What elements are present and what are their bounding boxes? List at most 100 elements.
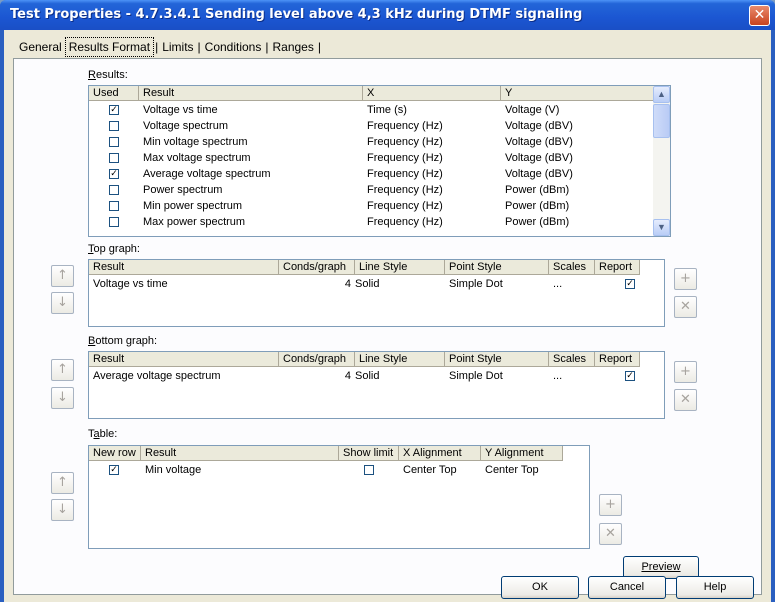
col-header-x-alignment[interactable]: X Alignment <box>399 446 481 461</box>
report-checkbox[interactable]: ✓ <box>625 371 635 381</box>
col-header-point-style[interactable]: Point Style <box>445 352 549 367</box>
show-limit-checkbox[interactable] <box>364 465 374 475</box>
top-graph-remove-icon[interactable]: ✕ <box>674 296 697 318</box>
list-item[interactable]: Voltage spectrum Frequency (Hz) Voltage (d… <box>89 118 670 134</box>
list-item[interactable]: Max voltage spectrum Frequency (Hz) Voltag… <box>89 150 670 166</box>
table-row[interactable]: ✓ Min voltage Center Top Center Top <box>89 462 589 478</box>
y-axis-unit: Power (dBm) <box>505 216 570 228</box>
col-header-report[interactable]: Report <box>595 352 640 367</box>
graph-conds[interactable]: 4 <box>279 276 351 292</box>
y-axis-unit: Voltage (dBV) <box>505 152 573 164</box>
col-header-point-style[interactable]: Point Style <box>445 260 549 275</box>
x-axis-unit: Frequency (Hz) <box>367 120 443 132</box>
used-checkbox[interactable] <box>109 217 119 227</box>
results-label: Results: <box>88 69 128 81</box>
scroll-thumb[interactable] <box>653 104 670 138</box>
results-scrollbar[interactable]: ▲ ▼ <box>653 86 670 236</box>
col-header-result[interactable]: Result <box>139 86 363 101</box>
top-graph-list[interactable]: Result Conds/graph Line Style Point Styl… <box>88 259 665 327</box>
result-name: Max voltage spectrum <box>143 152 251 164</box>
tab-conditions[interactable]: Conditions <box>202 38 265 56</box>
top-graph-move-up-icon[interactable]: ↑ <box>51 265 74 287</box>
col-header-line-style[interactable]: Line Style <box>355 352 445 367</box>
tab-limits[interactable]: Limits <box>159 38 196 56</box>
used-checkbox[interactable] <box>109 153 119 163</box>
used-checkbox[interactable] <box>109 137 119 147</box>
new-row-checkbox[interactable]: ✓ <box>109 465 119 475</box>
scroll-down-icon[interactable]: ▼ <box>653 219 670 236</box>
table-move-down-icon[interactable]: ↓ <box>51 499 74 521</box>
table-row[interactable]: Voltage vs time 4 Solid Simple Dot ... ✓ <box>89 276 664 292</box>
bottom-graph-remove-icon[interactable]: ✕ <box>674 389 697 411</box>
help-button[interactable]: Help <box>676 576 754 599</box>
table-label: Table: <box>88 428 118 440</box>
col-header-show-limit[interactable]: Show limit <box>339 446 399 461</box>
tab-general[interactable]: General <box>16 38 65 56</box>
bottom-graph-add-icon[interactable]: + <box>674 361 697 383</box>
list-item[interactable]: Power spectrum Frequency (Hz) Power (dBm) <box>89 182 670 198</box>
col-header-x[interactable]: X <box>363 86 501 101</box>
close-icon[interactable]: ✕ <box>749 5 770 26</box>
col-header-result[interactable]: Result <box>89 352 279 367</box>
col-header-y-alignment[interactable]: Y Alignment <box>481 446 563 461</box>
ok-button[interactable]: OK <box>501 576 579 599</box>
col-header-scales[interactable]: Scales <box>549 260 595 275</box>
top-graph-label: Top graph: <box>88 243 140 255</box>
bottom-graph-list[interactable]: Result Conds/graph Line Style Point Styl… <box>88 351 665 419</box>
top-graph-add-icon[interactable]: + <box>674 268 697 290</box>
table-add-icon[interactable]: + <box>599 494 622 516</box>
used-checkbox[interactable]: ✓ <box>109 105 119 115</box>
col-header-result[interactable]: Result <box>89 260 279 275</box>
scroll-up-icon[interactable]: ▲ <box>653 86 670 103</box>
used-checkbox[interactable] <box>109 201 119 211</box>
graph-point-style[interactable]: Simple Dot <box>449 368 503 384</box>
y-axis-unit: Voltage (dBV) <box>505 136 573 148</box>
col-header-y[interactable]: Y <box>501 86 654 101</box>
dialog-window: Test Properties - 4.7.3.4.1 Sending leve… <box>0 0 775 602</box>
tab-ranges[interactable]: Ranges <box>269 38 316 56</box>
top-graph-move-down-icon[interactable]: ↓ <box>51 292 74 314</box>
graph-result: Voltage vs time <box>93 278 168 290</box>
y-axis-unit: Power (dBm) <box>505 184 570 196</box>
graph-line-style[interactable]: Solid <box>355 368 379 384</box>
results-list[interactable]: Used Result X Y ✓ Voltage vs time Time (s)… <box>88 85 671 237</box>
report-checkbox[interactable]: ✓ <box>625 279 635 289</box>
cancel-button[interactable]: Cancel <box>588 576 666 599</box>
list-item[interactable]: ✓ Voltage vs time Time (s) Voltage (V) <box>89 102 670 118</box>
list-item[interactable]: Min power spectrum Frequency (Hz) Power (d… <box>89 198 670 214</box>
list-item[interactable]: Max power spectrum Frequency (Hz) Power (d… <box>89 214 670 230</box>
col-header-line-style[interactable]: Line Style <box>355 260 445 275</box>
used-checkbox[interactable] <box>109 185 119 195</box>
graph-line-style[interactable]: Solid <box>355 276 379 292</box>
col-header-conds[interactable]: Conds/graph <box>279 260 355 275</box>
tab-results-format[interactable]: Results Format <box>64 37 155 57</box>
y-axis-unit: Power (dBm) <box>505 200 570 212</box>
col-header-result[interactable]: Result <box>141 446 339 461</box>
table-move-up-icon[interactable]: ↑ <box>51 472 74 494</box>
list-item[interactable]: ✓ Average voltage spectrum Frequency (Hz) V… <box>89 166 670 182</box>
bottom-graph-label: Bottom graph: <box>88 335 158 347</box>
used-checkbox[interactable] <box>109 121 119 131</box>
col-header-new-row[interactable]: New row <box>89 446 141 461</box>
used-checkbox[interactable]: ✓ <box>109 169 119 179</box>
graph-scales[interactable]: ... <box>553 276 562 292</box>
results-format-panel: Results: Used Result X Y ✓ Voltage vs tim… <box>13 58 762 595</box>
bottom-graph-move-down-icon[interactable]: ↓ <box>51 387 74 409</box>
col-header-conds[interactable]: Conds/graph <box>279 352 355 367</box>
col-header-scales[interactable]: Scales <box>549 352 595 367</box>
graph-conds[interactable]: 4 <box>279 368 351 384</box>
graph-scales[interactable]: ... <box>553 368 562 384</box>
result-name: Voltage vs time <box>143 104 218 116</box>
table-remove-icon[interactable]: ✕ <box>599 523 622 545</box>
y-axis-unit: Voltage (V) <box>505 104 560 116</box>
list-item[interactable]: Min voltage spectrum Frequency (Hz) Voltag… <box>89 134 670 150</box>
table-x-alignment[interactable]: Center Top <box>403 462 457 478</box>
table-y-alignment[interactable]: Center Top <box>485 462 539 478</box>
col-header-used[interactable]: Used <box>89 86 139 101</box>
title-bar[interactable]: Test Properties - 4.7.3.4.1 Sending leve… <box>0 0 775 30</box>
table-row[interactable]: Average voltage spectrum 4 Solid Simple … <box>89 368 664 384</box>
graph-point-style[interactable]: Simple Dot <box>449 276 503 292</box>
col-header-report[interactable]: Report <box>595 260 640 275</box>
table-list[interactable]: New row Result Show limit X Alignment Y … <box>88 445 590 549</box>
bottom-graph-move-up-icon[interactable]: ↑ <box>51 359 74 381</box>
